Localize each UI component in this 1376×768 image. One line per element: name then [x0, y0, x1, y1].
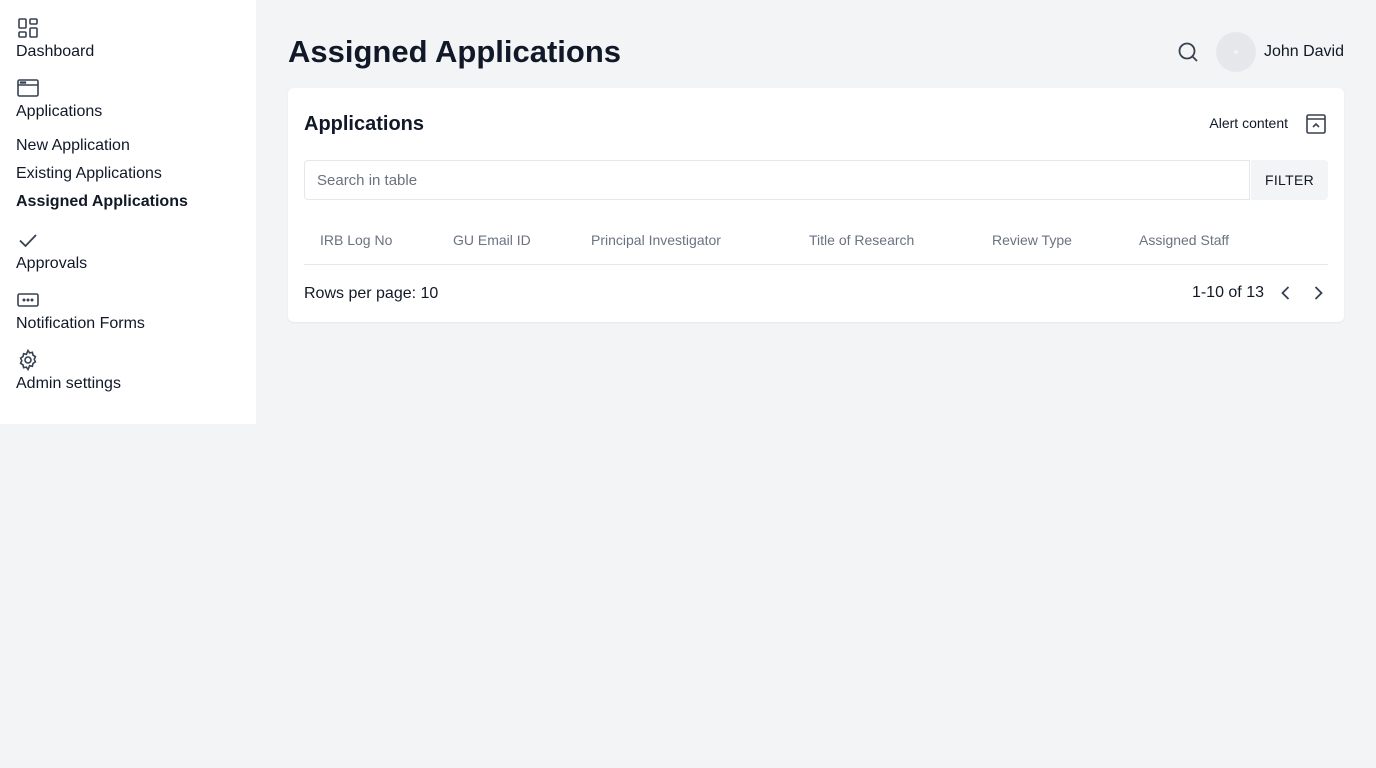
gear-icon	[16, 348, 40, 372]
window-icon	[16, 76, 40, 100]
applications-card: Applications Alert content FILTER IRB Lo…	[288, 88, 1344, 322]
sidebar-item-new-application[interactable]: New Application	[16, 132, 240, 160]
page-range: 1-10 of 13	[1191, 284, 1264, 301]
sidebar-item-label: Dashboard	[16, 43, 95, 60]
header-user-area: John David	[1176, 32, 1344, 72]
applications-submenu: New Application Existing Applications As…	[16, 132, 240, 216]
sidebar-item-label: Notification Forms	[16, 315, 145, 332]
sidebar-item-label: Admin settings	[16, 375, 121, 392]
sidebar: Dashboard Applications New Application E…	[0, 0, 256, 424]
sidebar-item-label: Applications	[16, 103, 103, 120]
column-header-review-type[interactable]: Review Type	[992, 232, 1072, 248]
sidebar-item-admin-settings[interactable]: Admin settings	[16, 348, 240, 394]
avatar[interactable]	[1215, 32, 1256, 72]
sidebar-item-dashboard[interactable]: Dashboard	[16, 16, 240, 62]
card-title: Applications	[304, 113, 425, 135]
column-header-assigned-staff[interactable]: Assigned Staff	[1139, 232, 1229, 248]
table-search-input[interactable]	[304, 160, 1250, 200]
pagination: 1-10 of 13	[1192, 281, 1328, 305]
table-header: IRB Log No GU Email ID Principal Investi…	[304, 216, 1328, 265]
dashboard-icon	[16, 16, 40, 40]
sidebar-item-applications[interactable]: Applications	[16, 76, 240, 122]
column-header-irb-log-no[interactable]: IRB Log No	[320, 232, 392, 248]
sidebar-item-existing-applications[interactable]: Existing Applications	[16, 160, 240, 188]
column-header-principal-investigator[interactable]: Principal Investigator	[591, 232, 721, 248]
search-icon[interactable]	[1176, 40, 1200, 64]
chevron-right-icon[interactable]	[1308, 283, 1328, 303]
user-name[interactable]: John David	[1264, 43, 1344, 61]
chevron-left-icon[interactable]	[1276, 283, 1296, 303]
form-icon	[16, 288, 40, 312]
alert-content-link[interactable]: Alert content	[1209, 115, 1288, 131]
sidebar-item-notification-forms[interactable]: Notification Forms	[16, 288, 240, 334]
collapse-panel-icon[interactable]	[1304, 112, 1328, 136]
column-header-title-of-research[interactable]: Title of Research	[809, 232, 914, 248]
sidebar-item-approvals[interactable]: Approvals	[16, 228, 240, 274]
sidebar-item-label: Approvals	[16, 255, 88, 272]
column-header-gu-email-id[interactable]: GU Email ID	[453, 232, 531, 248]
sidebar-item-assigned-applications[interactable]: Assigned Applications	[16, 188, 240, 216]
filter-button[interactable]: FILTER	[1251, 160, 1328, 200]
check-icon	[16, 228, 40, 252]
rows-per-page-select[interactable]: Rows per page: 10	[304, 285, 438, 303]
page-title: Assigned Applications	[288, 34, 622, 69]
